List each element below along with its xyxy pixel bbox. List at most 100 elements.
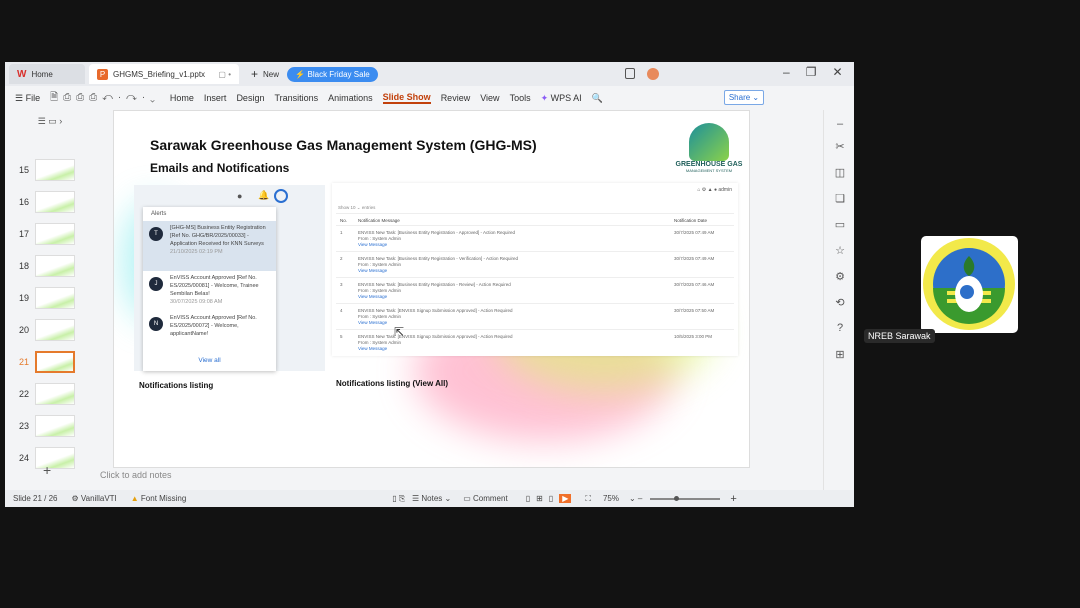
alert-text: EnVISS Account Approved [Ref No. ES/2025… <box>170 275 259 297</box>
slide-number: 15 <box>18 165 29 175</box>
slide-number: 19 <box>18 293 29 303</box>
thumbnail-view-tabs[interactable]: ☰ ▭ › <box>5 116 95 127</box>
thumbnail-preview <box>35 319 75 341</box>
notes-toggle[interactable]: ▯ ⎘ ☰ Notes ⌄ <box>392 494 451 504</box>
menu-view[interactable]: View <box>480 93 499 103</box>
slide-thumbnail[interactable]: 18 <box>13 254 89 278</box>
tab-label: Home <box>31 69 53 79</box>
menu-wps-ai[interactable]: ✦ WPS AI <box>541 93 582 104</box>
close-tab-icon[interactable]: ▢ • <box>218 70 231 79</box>
slide-number: 22 <box>18 389 29 399</box>
entries-label: entries <box>361 205 376 210</box>
magic-icon[interactable]: ✂ <box>833 140 847 154</box>
search-icon[interactable]: 🔍 <box>592 93 603 104</box>
alerts-dropdown: Alerts T [GHG-MS] Business Entity Registr… <box>143 207 276 371</box>
menu-tools[interactable]: Tools <box>510 93 531 103</box>
row-no: 2 <box>340 256 343 261</box>
slide-number: 23 <box>18 421 29 431</box>
slide-thumbnail[interactable]: 17 <box>13 222 89 246</box>
play-button[interactable]: ▶ <box>559 494 572 503</box>
tab-home[interactable]: W Home <box>9 64 85 84</box>
menu-transitions[interactable]: Transitions <box>274 93 318 103</box>
slide-number: 16 <box>18 197 29 207</box>
participant-name: NREB Sarawak <box>864 329 935 343</box>
tab-document[interactable]: P GHGMS_Briefing_v1.pptx ▢ • <box>89 64 239 84</box>
right-sidebar: – ✂ ◫ ❏ ▭ ☆ ⚙ ⟲ ? ⊞ <box>823 110 854 490</box>
view-message-link: View Message <box>358 346 388 351</box>
view-all-link: View all <box>198 357 221 364</box>
comment-icon[interactable]: ▭ <box>833 218 847 232</box>
row-date: 30/7/2025 07:49 AM <box>674 230 715 235</box>
window-switch-icon[interactable] <box>625 68 635 79</box>
slide-thumbnail[interactable]: 20 <box>13 318 89 342</box>
theme-label: VanillaVTI <box>80 494 117 503</box>
zoom-slider-thumb[interactable] <box>674 495 680 501</box>
new-tab-button[interactable]: + New <box>243 64 287 84</box>
logo-tagline: MANAGEMENT SYSTEM <box>685 168 733 173</box>
comment-button[interactable]: ▭ Comment <box>463 494 507 503</box>
share-button[interactable]: Share ⌄ <box>724 90 764 105</box>
table-row: 3 ENVISS New Task: [Business Entity Regis… <box>336 277 734 303</box>
avatar[interactable] <box>647 68 659 80</box>
view-message-link: View Message <box>358 242 388 247</box>
theme-button[interactable]: ⚙ VanillaVTI <box>71 494 116 503</box>
help-icon[interactable]: ? <box>833 322 847 336</box>
avatar: T <box>149 227 163 241</box>
show-label: Show <box>338 205 350 210</box>
alert-item: J EnVISS Account Approved [Ref No. ES/202… <box>143 271 276 309</box>
close-icon[interactable]: ✕ <box>832 65 842 79</box>
slide-thumbnail[interactable]: 23 <box>13 414 89 438</box>
slide-thumbnail[interactable]: 16 <box>13 190 89 214</box>
minimize-icon[interactable]: – <box>783 65 790 79</box>
slide-number: 21 <box>18 357 29 367</box>
alert-item: T [GHG-MS] Business Entity Registration [… <box>143 221 276 271</box>
font-missing-button[interactable]: ▲ Font Missing <box>131 494 187 503</box>
file-menu[interactable]: ☰ File <box>15 93 40 104</box>
notifications-table-screenshot: ⌂ ⚙ ▲ ● admin Show 10 ⌄ entries No. Notif… <box>332 183 738 356</box>
ghg-logo: GREENHOUSE GAS MANAGEMENT SYSTEM <box>669 123 749 185</box>
quick-access-icons[interactable]: 🗎⎙⎙⎙↶·↷·⌄ <box>50 90 160 107</box>
zoom-level[interactable]: 75% <box>603 494 619 503</box>
add-slide-button[interactable]: + <box>43 462 51 478</box>
shapes-icon[interactable]: ◫ <box>833 166 847 180</box>
wps-window: W Home P GHGMS_Briefing_v1.pptx ▢ • + New ⚡ … <box>5 62 854 507</box>
tab-bar: W Home P GHGMS_Briefing_v1.pptx ▢ • + New ⚡ … <box>5 62 854 86</box>
notes-area[interactable]: Click to add notes <box>100 470 172 480</box>
slide-thumbnail[interactable]: 21 <box>13 350 89 374</box>
grid-icon[interactable]: ⊞ <box>833 348 847 362</box>
menu-design[interactable]: Design <box>236 93 264 103</box>
zoom-in-button[interactable]: + <box>730 493 736 505</box>
menu-slide-show[interactable]: Slide Show <box>382 92 431 104</box>
promo-button[interactable]: ⚡ Black Friday Sale <box>287 66 379 82</box>
new-tab-label: New <box>263 69 280 79</box>
tab-label: GHGMS_Briefing_v1.pptx <box>113 69 206 79</box>
slide-thumbnail[interactable]: 19 <box>13 286 89 310</box>
zoom-slider[interactable] <box>650 495 721 501</box>
thumbnail-preview <box>35 191 75 213</box>
nreb-logo <box>923 238 1015 330</box>
menu-insert[interactable]: Insert <box>204 93 227 103</box>
view-mode-buttons[interactable]: ▯⊞▯ <box>526 494 560 503</box>
file-label: File <box>25 92 41 103</box>
notes-label: Notes <box>421 493 443 503</box>
slide-thumbnail[interactable]: 22 <box>13 382 89 406</box>
fit-icon[interactable]: ⛶ <box>585 494 591 504</box>
menu-review[interactable]: Review <box>441 93 471 103</box>
settings-icon[interactable]: ⚙ <box>833 270 847 284</box>
logo-name: GREENHOUSE GAS <box>675 161 743 168</box>
thumbnail-preview <box>35 351 75 373</box>
alert-text: [GHG-MS] Business Entity Registration [R… <box>170 225 266 247</box>
row-message: ENVISS New Task: [ENVISS Signup Submissi… <box>358 334 513 339</box>
caption-view-all: Notifications listing (View All) <box>336 379 449 388</box>
history-icon[interactable]: ⟲ <box>833 296 847 310</box>
slide-thumbnail[interactable]: 15 <box>13 158 89 182</box>
copy-icon[interactable]: ❏ <box>833 192 847 206</box>
menu-animations[interactable]: Animations <box>328 93 373 103</box>
zoom-out-button[interactable]: ⌄ – <box>629 494 642 503</box>
collapse-icon[interactable]: – <box>833 118 847 132</box>
row-date: 10/5/2025 3:00 PM <box>674 334 713 339</box>
thumbnail-preview <box>35 447 75 469</box>
menu-home[interactable]: Home <box>170 93 194 103</box>
star-icon[interactable]: ☆ <box>833 244 847 258</box>
restore-icon[interactable]: ❐ <box>806 65 817 79</box>
